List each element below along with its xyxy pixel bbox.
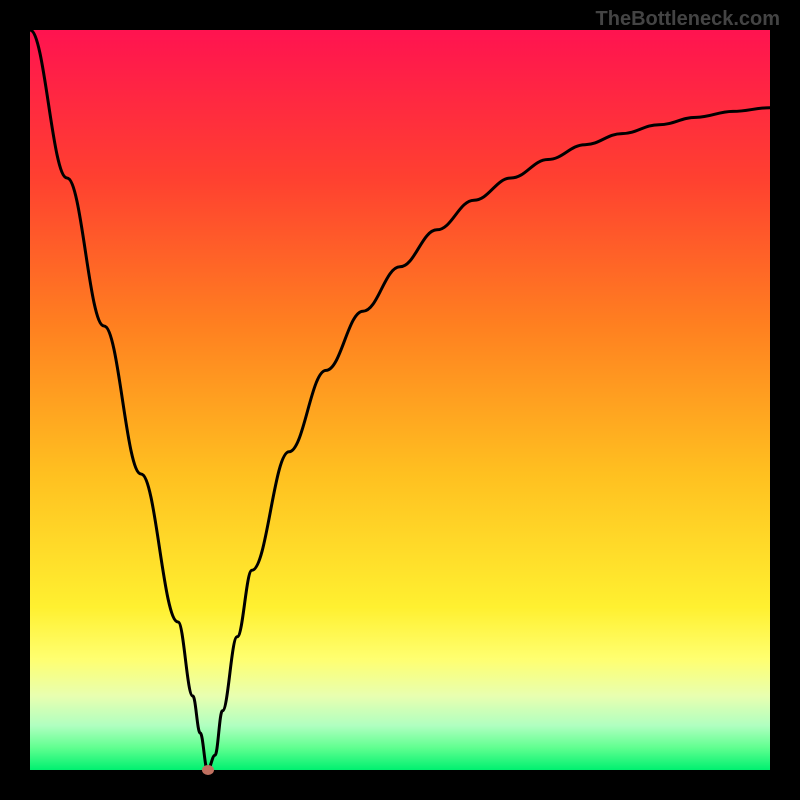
watermark-label: TheBottleneck.com [596, 8, 780, 31]
curve-line [30, 30, 770, 770]
optimal-point-marker [202, 765, 214, 775]
plot-area [30, 30, 770, 770]
